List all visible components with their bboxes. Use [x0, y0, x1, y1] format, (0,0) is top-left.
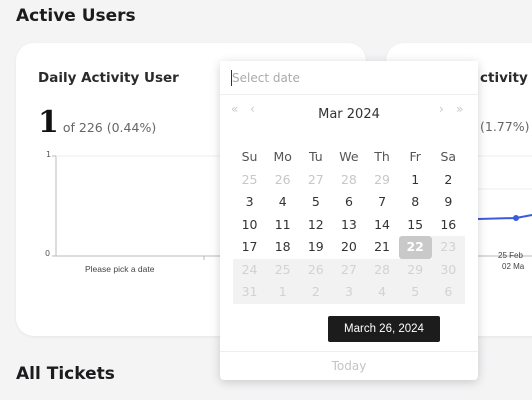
calendar-day: 26 — [274, 171, 291, 187]
series-point — [513, 215, 519, 221]
calendar-day[interactable]: 7 — [366, 191, 399, 214]
y-label-bottom: 0 — [45, 249, 51, 258]
calendar-day: 23 — [431, 236, 465, 259]
calendar-day[interactable]: 15 — [399, 214, 432, 237]
calendar-day[interactable]: 19 — [299, 236, 332, 259]
calendar-day[interactable]: 21 — [366, 236, 399, 259]
calendar-day[interactable]: 2 — [432, 169, 465, 192]
calendar-day: 28 — [340, 171, 357, 187]
date-input[interactable] — [220, 61, 478, 95]
calendar-day[interactable]: 3 — [233, 191, 266, 214]
weekday-label: Tu — [308, 149, 323, 164]
text-cursor — [231, 70, 232, 86]
weekday-label: Mo — [273, 149, 292, 164]
calendar-grid: Su Mo Tu We Th Fr Sa 25 26 27 28 29 1 2 3 4 5 6 7 8 9 10 11 12 1… — [233, 146, 465, 304]
calendar-week: 10 11 12 13 14 15 16 — [233, 214, 465, 237]
calendar-day: 28 — [365, 258, 399, 281]
next-year-button[interactable]: » — [456, 102, 463, 124]
all-tickets-heading: All Tickets — [16, 364, 115, 384]
calendar-day[interactable]: 6 — [332, 191, 365, 214]
calendar-week: 24 25 26 27 28 29 30 — [233, 258, 465, 281]
calendar-day: 4 — [365, 281, 399, 304]
calendar-day[interactable]: 16 — [432, 214, 465, 237]
calendar-day[interactable]: 11 — [266, 214, 299, 237]
calendar-day: 25 — [241, 171, 258, 187]
calendar-day[interactable]: 20 — [332, 236, 365, 259]
calendar-day: 6 — [431, 281, 465, 304]
x-tick-label-1: 25 Feb — [498, 251, 523, 260]
calendar-day: 2 — [299, 281, 333, 304]
weekday-label: Sa — [440, 149, 457, 164]
date-tooltip: March 26, 2024 — [328, 316, 440, 342]
weekday-label: Th — [374, 149, 390, 164]
series-line — [477, 213, 532, 220]
calendar-week: 31 1 2 3 4 5 6 — [233, 281, 465, 304]
weekday-label: Fr — [409, 149, 421, 164]
calendar-day[interactable]: 5 — [299, 191, 332, 214]
calendar-day: 29 — [374, 171, 391, 187]
calendar-day[interactable]: 8 — [399, 191, 432, 214]
x-tick-label-2: 02 Ma — [502, 262, 525, 271]
calendar-day[interactable]: 13 — [332, 214, 365, 237]
calendar-day[interactable]: 10 — [233, 214, 266, 237]
calendar-day: 27 — [332, 258, 366, 281]
calendar-week: 3456789 — [233, 191, 465, 214]
calendar-day[interactable]: 17 — [233, 236, 266, 259]
calendar-day: 25 — [266, 258, 300, 281]
weekday-label: Su — [241, 149, 258, 164]
calendar-day: 31 — [233, 281, 267, 304]
calendar-day: 26 — [299, 258, 333, 281]
calendar-day[interactable]: 18 — [266, 236, 299, 259]
empty-chart-label: Please pick a date — [85, 264, 155, 274]
calendar-day[interactable]: 9 — [432, 191, 465, 214]
calendar-day[interactable]: 12 — [299, 214, 332, 237]
calendar-week: 17 18 19 20 21 22 23 — [233, 236, 465, 259]
calendar-day[interactable]: 1 — [399, 169, 432, 192]
calendar-week: 25 26 27 28 29 1 2 — [233, 169, 465, 192]
next-month-button[interactable]: › — [439, 102, 444, 124]
calendar-day: 24 — [233, 258, 267, 281]
calendar-day: 1 — [266, 281, 300, 304]
calendar-day: 27 — [307, 171, 324, 187]
calendar-day: 30 — [431, 258, 465, 281]
weekday-header: Su Mo Tu We Th Fr Sa — [233, 146, 465, 169]
date-picker-popup: « ‹ Mar 2024 › » SuMoTuWeThFrSa252627282… — [220, 61, 478, 380]
calendar-day: 3 — [332, 281, 366, 304]
calendar-day[interactable]: 4 — [266, 191, 299, 214]
weekday-label: We — [339, 149, 359, 164]
calendar-day: 5 — [398, 281, 432, 304]
active-users-heading: Active Users — [16, 6, 136, 26]
calendar-day-today[interactable]: 22 — [398, 236, 432, 259]
calendar-day: 29 — [398, 258, 432, 281]
y-label-top: 1 — [46, 150, 52, 159]
calendar-day[interactable]: 14 — [366, 214, 399, 237]
today-button[interactable]: Today — [220, 351, 478, 381]
